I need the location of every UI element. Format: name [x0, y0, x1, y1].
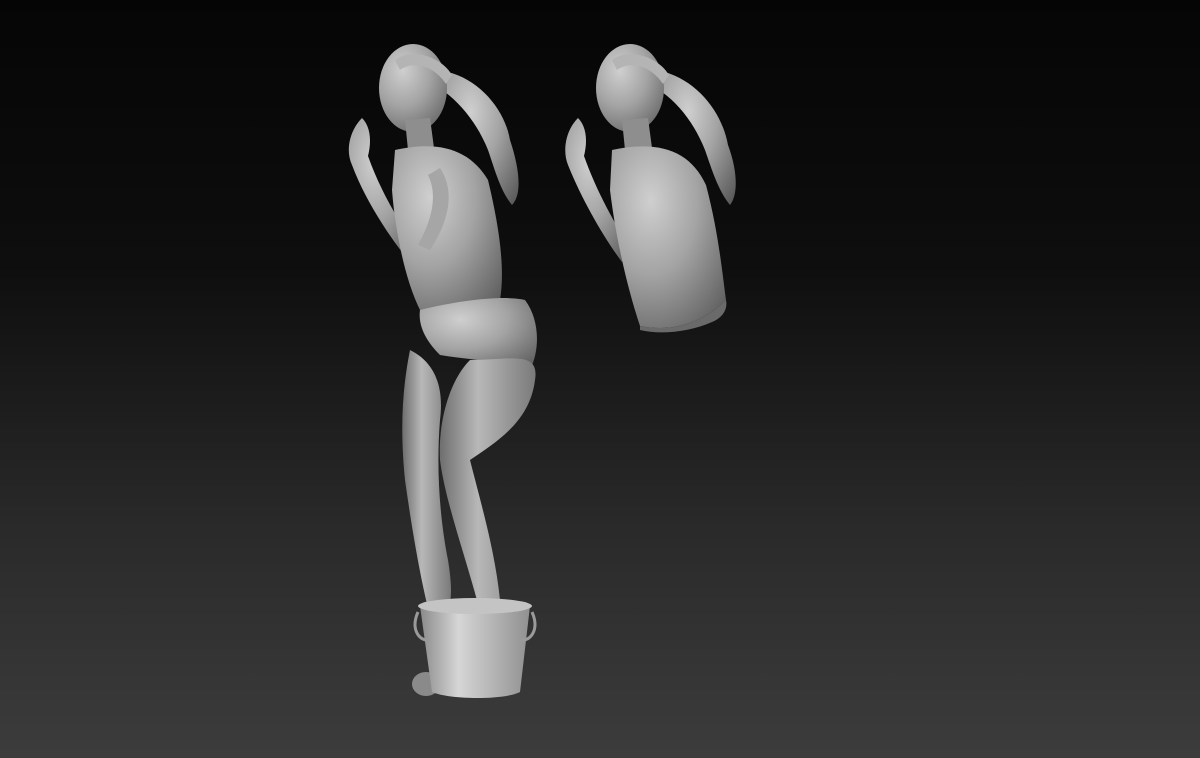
3d-viewport[interactable]	[0, 0, 1200, 758]
neck	[405, 118, 434, 150]
bucket-body	[420, 606, 530, 698]
bucket-prop[interactable]	[413, 598, 537, 698]
torso-bust-sculpt[interactable]	[565, 44, 736, 333]
torso	[392, 146, 502, 316]
bust-neck	[622, 118, 652, 150]
sculpt-scene[interactable]	[0, 0, 1200, 758]
full-figure-sculpt[interactable]	[348, 44, 537, 696]
right-leg	[439, 358, 536, 604]
bucket-rim	[418, 598, 532, 614]
bust-torso	[610, 146, 726, 329]
